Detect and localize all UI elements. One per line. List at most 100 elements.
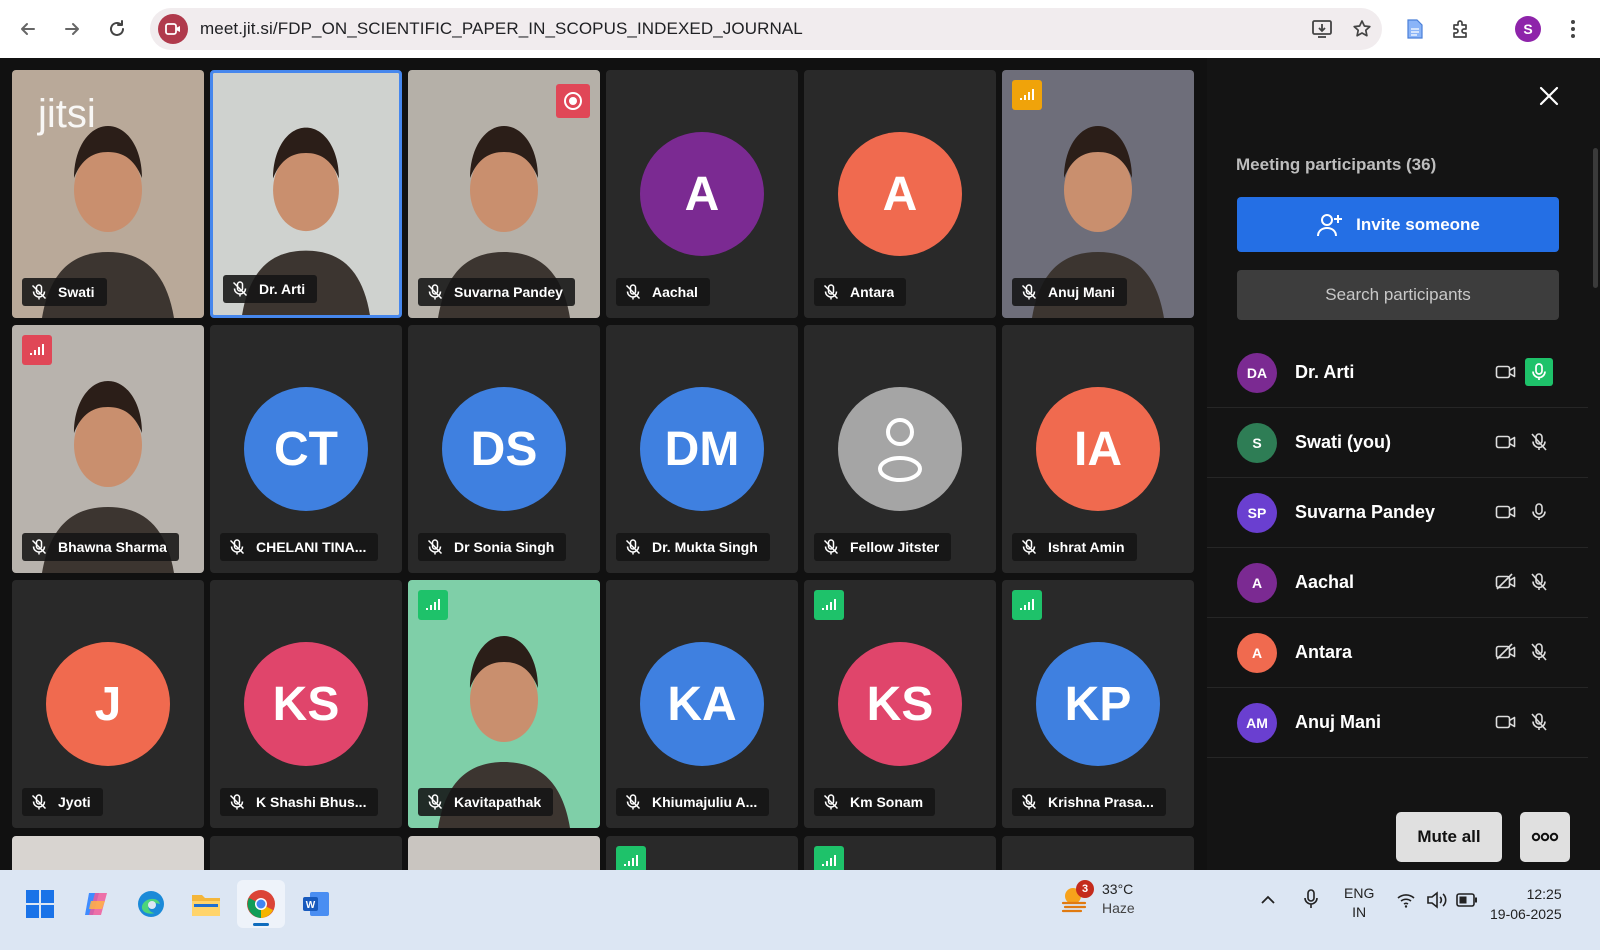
- word-icon[interactable]: W: [292, 880, 340, 928]
- participant-name: Anuj Mani: [1048, 284, 1115, 300]
- connection-signal-icon[interactable]: [814, 846, 844, 870]
- weather-widget[interactable]: 3 33°C Haze: [1060, 880, 1135, 918]
- input-language[interactable]: ENG IN: [1344, 884, 1374, 922]
- participant-row[interactable]: AM Anuj Mani: [1207, 688, 1588, 758]
- camera-off-icon: [1495, 643, 1517, 663]
- clock-date: 19-06-2025: [1490, 906, 1562, 922]
- participant-tile[interactable]: DM Dr. Mukta Singh: [606, 325, 798, 573]
- participant-tile[interactable]: jitsi Swati: [12, 70, 204, 318]
- participant-tile[interactable]: IA Ishrat Amin: [1002, 325, 1194, 573]
- microphone-icon[interactable]: [1303, 888, 1319, 913]
- bookmark-star-icon[interactable]: [1342, 9, 1382, 49]
- participant-tile[interactable]: KA Khiumajuliu A...: [606, 580, 798, 828]
- mic-muted-icon: [1525, 568, 1553, 596]
- language-code: ENG: [1344, 885, 1375, 901]
- participant-row[interactable]: SP Suvarna Pandey: [1207, 478, 1588, 548]
- participant-tile[interactable]: [1002, 836, 1194, 870]
- participant-name: Suvarna Pandey: [1295, 502, 1436, 522]
- participant-row[interactable]: DA Dr. Arti: [1207, 338, 1588, 408]
- extensions-puzzle-icon[interactable]: [1443, 11, 1479, 47]
- participant-tile[interactable]: A Aachal: [606, 70, 798, 318]
- participant-tile[interactable]: [804, 836, 996, 870]
- site-camera-icon[interactable]: [158, 14, 188, 44]
- participant-tile[interactable]: Fellow Jitster: [804, 325, 996, 573]
- participant-name: Dr. Mukta Singh: [652, 539, 758, 555]
- participant-name: Kavitapathak: [454, 794, 542, 810]
- region-code: IN: [1352, 904, 1367, 920]
- forward-icon[interactable]: [54, 11, 90, 47]
- participant-tile[interactable]: Suvarna Pandey: [408, 70, 600, 318]
- participant-row[interactable]: S Swati (you): [1207, 408, 1588, 478]
- reload-icon[interactable]: [99, 11, 135, 47]
- participant-avatar: A: [1237, 633, 1277, 673]
- participant-tile[interactable]: KS K Shashi Bhus...: [210, 580, 402, 828]
- close-icon[interactable]: [1533, 80, 1565, 112]
- connection-signal-icon[interactable]: [1012, 590, 1042, 620]
- participant-avatar: J: [46, 642, 170, 766]
- participant-tile[interactable]: Dr. Arti: [210, 70, 402, 318]
- participant-tile[interactable]: KS Km Sonam: [804, 580, 996, 828]
- active-app-indicator: [253, 923, 269, 926]
- jitsi-watermark: jitsi: [38, 92, 96, 136]
- windows-taskbar: W 3 33°C Haze ENG IN 12:25 19-06-2025: [0, 870, 1600, 950]
- system-clock[interactable]: 12:25 19-06-2025: [1490, 884, 1562, 924]
- participant-name-tag: Antara: [814, 278, 907, 306]
- copilot-icon[interactable]: [72, 880, 120, 928]
- participant-avatar: DA: [1237, 353, 1277, 393]
- edge-browser-icon[interactable]: [127, 880, 175, 928]
- participant-row[interactable]: A Antara: [1207, 618, 1588, 688]
- participant-avatar: AM: [1237, 703, 1277, 743]
- url-text: meet.jit.si/FDP_ON_SCIENTIFIC_PAPER_IN_S…: [200, 19, 803, 38]
- chrome-browser-icon[interactable]: [237, 880, 285, 928]
- participant-avatar: KP: [1036, 642, 1160, 766]
- file-explorer-icon[interactable]: [182, 880, 230, 928]
- participant-name-tag: K Shashi Bhus...: [220, 788, 379, 816]
- windows-start-icon[interactable]: [16, 880, 64, 928]
- camera-icon: [1495, 363, 1517, 383]
- participant-tile[interactable]: DS Dr Sonia Singh: [408, 325, 600, 573]
- install-app-icon[interactable]: [1302, 9, 1342, 49]
- camera-icon: [1495, 433, 1517, 453]
- menu-dots-icon[interactable]: [1555, 11, 1591, 47]
- battery-icon[interactable]: [1456, 893, 1478, 910]
- participant-tile[interactable]: KP Krishna Prasa...: [1002, 580, 1194, 828]
- microphone-icon: [1525, 358, 1553, 386]
- participant-name-tag: Anuj Mani: [1012, 278, 1127, 306]
- mute-all-button[interactable]: Mute all: [1396, 812, 1502, 862]
- participant-name: Dr Sonia Singh: [454, 539, 555, 555]
- connection-signal-icon[interactable]: [418, 590, 448, 620]
- back-icon[interactable]: [10, 11, 46, 47]
- scrollbar[interactable]: [1593, 148, 1598, 288]
- participant-row[interactable]: A Aachal: [1207, 548, 1588, 618]
- connection-signal-icon[interactable]: [22, 335, 52, 365]
- participant-tile[interactable]: A Antara: [804, 70, 996, 318]
- mic-muted-icon: [228, 538, 246, 556]
- participant-tile[interactable]: Anuj Mani: [1002, 70, 1194, 318]
- connection-signal-icon[interactable]: [616, 846, 646, 870]
- search-participants-input[interactable]: Search participants: [1237, 270, 1559, 320]
- participant-tile[interactable]: [210, 836, 402, 870]
- invite-someone-button[interactable]: Invite someone: [1237, 197, 1559, 252]
- chevron-up-icon[interactable]: [1260, 892, 1276, 908]
- participant-tile[interactable]: Kavitapathak: [408, 580, 600, 828]
- mic-muted-icon: [30, 283, 48, 301]
- participant-tile[interactable]: CT CHELANI TINA...: [210, 325, 402, 573]
- participant-avatar: A: [838, 132, 962, 256]
- participant-name: Suvarna Pandey: [454, 284, 563, 300]
- connection-signal-icon[interactable]: [1012, 80, 1042, 110]
- mic-muted-icon: [426, 793, 444, 811]
- address-bar[interactable]: meet.jit.si/FDP_ON_SCIENTIFIC_PAPER_IN_S…: [150, 8, 1382, 50]
- participant-tile[interactable]: Bhawna Sharma: [12, 325, 204, 573]
- wifi-icon[interactable]: [1396, 892, 1416, 911]
- participant-tile[interactable]: [606, 836, 798, 870]
- participant-tile[interactable]: [408, 836, 600, 870]
- more-options-button[interactable]: [1520, 812, 1570, 862]
- participant-avatar: A: [1237, 563, 1277, 603]
- participant-tile[interactable]: J Jyoti: [12, 580, 204, 828]
- profile-avatar[interactable]: S: [1515, 16, 1541, 42]
- video-grid: jitsi Swati Dr. Arti Suvarna Pandey A Aachal A…: [0, 58, 1207, 870]
- volume-icon[interactable]: [1426, 891, 1448, 912]
- participant-tile[interactable]: [12, 836, 204, 870]
- connection-signal-icon[interactable]: [814, 590, 844, 620]
- document-extension-icon[interactable]: [1397, 11, 1433, 47]
